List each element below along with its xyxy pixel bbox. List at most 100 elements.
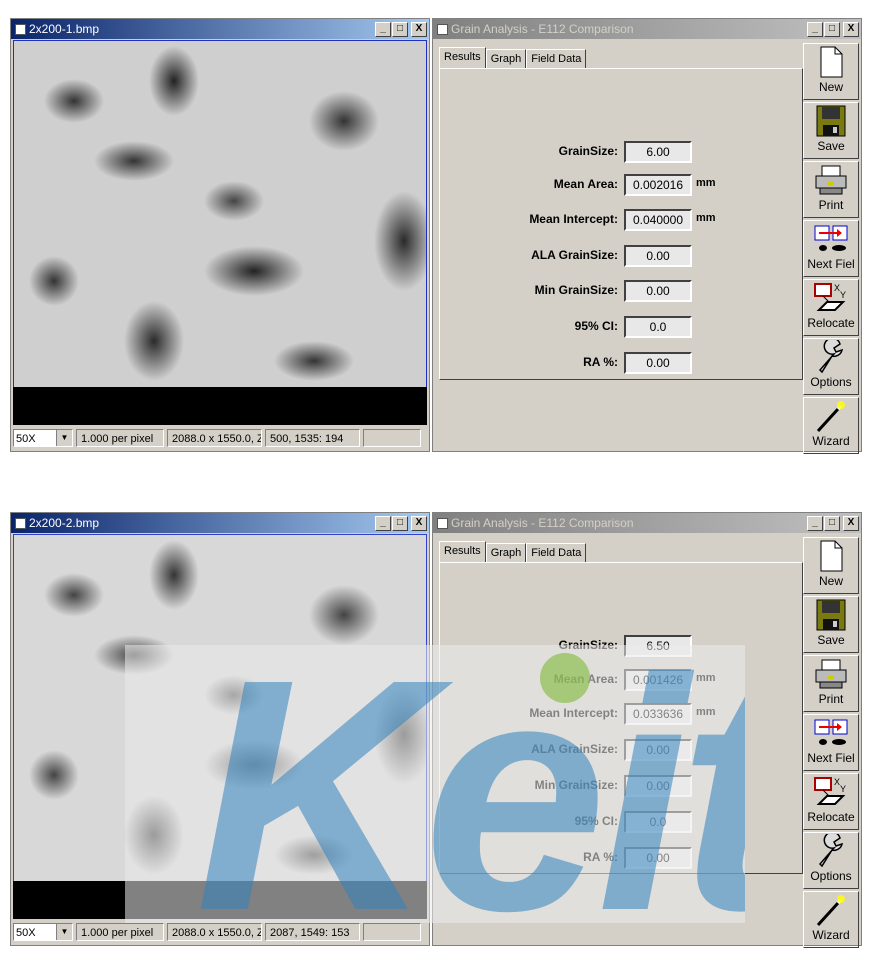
zoom-value: 50X <box>16 433 36 445</box>
toolbar-label: Relocate <box>807 316 855 330</box>
close-button[interactable]: X <box>411 516 427 531</box>
close-button[interactable]: X <box>411 22 427 37</box>
field-value: 0.0 <box>624 811 692 833</box>
new-document-icon <box>804 538 858 574</box>
scale-readout: 1.000 per pixel <box>76 923 164 941</box>
image-window-titlebar[interactable]: 2x200-1.bmp _ □ X <box>11 19 429 39</box>
field-value: 0.0 <box>624 316 692 338</box>
next-field-icon <box>804 715 858 751</box>
field-label: 95% CI: <box>574 814 618 828</box>
tab-field-data[interactable]: Field Data <box>526 543 587 563</box>
app-window-titlebar[interactable]: Grain Analysis - E112 Comparison _ □ X <box>433 19 861 39</box>
tab-field-data[interactable]: Field Data <box>526 49 587 69</box>
minimize-button[interactable]: _ <box>375 516 391 531</box>
toolbar-label: Wizard <box>812 928 850 942</box>
field-row: ALA GrainSize: 0.00 <box>440 245 802 267</box>
field-row: Mean Intercept: 0.033636 mm <box>440 703 802 725</box>
svg-text:Y: Y <box>840 290 846 300</box>
next-fiel-button[interactable]: Next Fiel <box>803 714 859 771</box>
tab-bar: Results Graph Field Data <box>439 541 587 563</box>
app-window-title: Grain Analysis - E112 Comparison <box>451 516 634 530</box>
toolbar-label: Next Fiel <box>807 751 855 765</box>
maximize-button[interactable]: □ <box>392 516 408 531</box>
field-value: 0.00 <box>624 847 692 869</box>
relocate-button[interactable]: XY Relocate <box>803 279 859 336</box>
chevron-down-icon[interactable]: ▼ <box>56 430 72 446</box>
app-window-titlebar[interactable]: Grain Analysis - E112 Comparison _ □ X <box>433 513 861 533</box>
field-row: RA %: 0.00 <box>440 352 802 374</box>
app-icon <box>15 518 26 529</box>
new-button[interactable]: New <box>803 43 859 100</box>
resize-grip[interactable] <box>363 923 421 941</box>
magic-wand-icon <box>804 892 858 928</box>
close-button[interactable]: X <box>843 516 859 531</box>
window-controls: _ □ X <box>807 22 859 37</box>
field-unit: mm <box>696 672 716 684</box>
field-value: 0.00 <box>624 352 692 374</box>
tab-results[interactable]: Results <box>439 541 486 563</box>
tab-results[interactable]: Results <box>439 47 486 69</box>
field-label: Mean Area: <box>553 672 618 686</box>
image-window: 2x200-1.bmp _ □ X 50X ▼ 1.000 per pixel 2… <box>10 18 430 452</box>
image-window-title: 2x200-2.bmp <box>29 516 100 530</box>
toolbar: New Save Print Next Fiel XY Relocate Opt… <box>803 537 859 950</box>
image-black-border <box>13 881 427 919</box>
print-button[interactable]: Print <box>803 161 859 218</box>
tab-graph[interactable]: Graph <box>485 543 527 563</box>
printer-icon <box>804 162 858 198</box>
new-button[interactable]: New <box>803 537 859 594</box>
field-value: 0.00 <box>624 739 692 761</box>
dimensions-readout: 2088.0 x 1550.0, Z <box>167 429 262 447</box>
toolbar-label: Relocate <box>807 810 855 824</box>
field-unit: mm <box>696 177 716 189</box>
options-button[interactable]: Options <box>803 338 859 395</box>
relocate-button[interactable]: XY Relocate <box>803 773 859 830</box>
save-button[interactable]: Save <box>803 102 859 159</box>
wrench-icon <box>804 833 858 869</box>
maximize-button[interactable]: □ <box>824 22 840 37</box>
minimize-button[interactable]: _ <box>807 22 823 37</box>
printer-icon <box>804 656 858 692</box>
next-fiel-button[interactable]: Next Fiel <box>803 220 859 277</box>
relocate-icon: XY <box>804 774 858 810</box>
field-label: ALA GrainSize: <box>531 248 618 262</box>
save-button[interactable]: Save <box>803 596 859 653</box>
field-label: Mean Intercept: <box>529 706 618 720</box>
print-button[interactable]: Print <box>803 655 859 712</box>
minimize-button[interactable]: _ <box>807 516 823 531</box>
window-controls: _ □ X <box>375 516 427 531</box>
grain-analysis-window: Grain Analysis - E112 Comparison _ □ X R… <box>432 18 862 454</box>
wizard-button[interactable]: Wizard <box>803 397 859 454</box>
wizard-button[interactable]: Wizard <box>803 891 859 948</box>
image-window-titlebar[interactable]: 2x200-2.bmp _ □ X <box>11 513 429 533</box>
window-controls: _ □ X <box>375 22 427 37</box>
field-row: Mean Area: 0.002016 mm <box>440 174 802 196</box>
field-label: ALA GrainSize: <box>531 742 618 756</box>
app-icon <box>437 518 448 529</box>
maximize-button[interactable]: □ <box>824 516 840 531</box>
image-window-title: 2x200-1.bmp <box>29 22 100 36</box>
micrograph-image[interactable] <box>13 40 427 388</box>
field-label: RA %: <box>583 850 618 864</box>
field-label: Min GrainSize: <box>534 283 618 297</box>
close-button[interactable]: X <box>843 22 859 37</box>
comparison-panel: 2x200-2.bmp _ □ X 50X ▼ 1.000 per pixel 2… <box>0 494 893 948</box>
minimize-button[interactable]: _ <box>375 22 391 37</box>
tab-graph[interactable]: Graph <box>485 49 527 69</box>
zoom-select[interactable]: 50X ▼ <box>13 429 73 447</box>
window-controls: _ □ X <box>807 516 859 531</box>
field-value: 0.001426 <box>624 669 692 691</box>
status-bar: 50X ▼ 1.000 per pixel 2088.0 x 1550.0, Z … <box>13 427 427 449</box>
toolbar-label: Wizard <box>812 434 850 448</box>
maximize-button[interactable]: □ <box>392 22 408 37</box>
image-window: 2x200-2.bmp _ □ X 50X ▼ 1.000 per pixel 2… <box>10 512 430 946</box>
zoom-select[interactable]: 50X ▼ <box>13 923 73 941</box>
options-button[interactable]: Options <box>803 832 859 889</box>
micrograph-image[interactable] <box>13 534 427 882</box>
toolbar-label: Save <box>817 139 845 153</box>
toolbar-label: New <box>818 80 843 94</box>
app-icon <box>15 24 26 35</box>
chevron-down-icon[interactable]: ▼ <box>56 924 72 940</box>
resize-grip[interactable] <box>363 429 421 447</box>
toolbar-label: New <box>818 574 843 588</box>
